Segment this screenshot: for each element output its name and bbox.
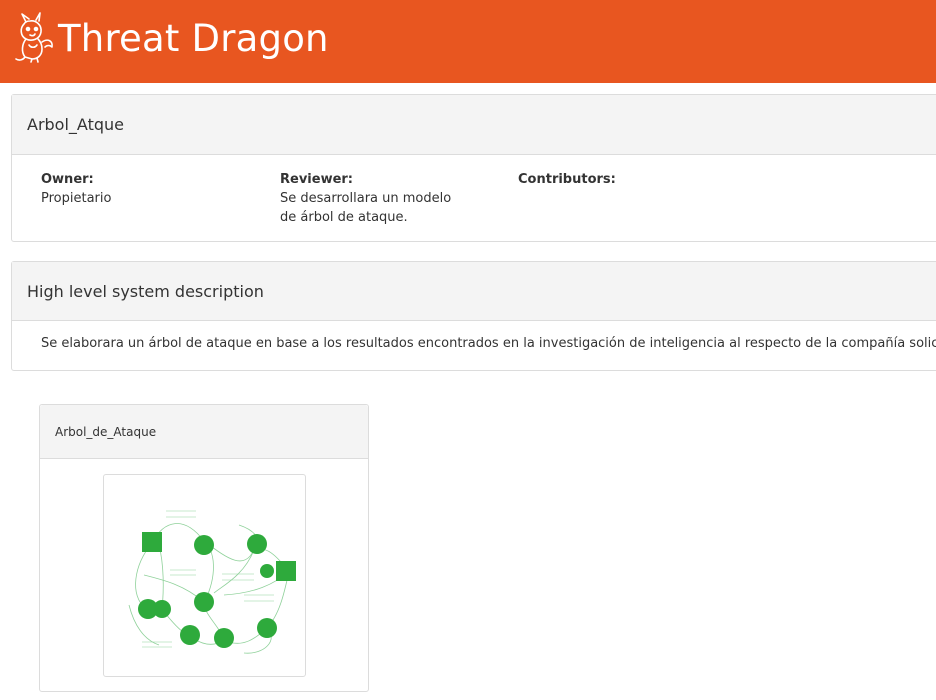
description-title: High level system description <box>27 281 264 301</box>
navbar: Threat Dragon <box>0 0 936 83</box>
description-panel: High level system description Se elabora… <box>11 261 936 371</box>
reviewer-value: Se desarrollara un modelo de árbol de at… <box>280 191 452 225</box>
diagram-heading: Arbol_de_Ataque <box>40 405 368 459</box>
dragon-logo-icon <box>15 12 53 63</box>
diagram-title[interactable]: Arbol_de_Ataque <box>55 425 156 439</box>
owner-section: Owner: Propietario <box>41 170 241 208</box>
contributors-label: Contributors: <box>518 172 616 187</box>
description-text: Se elaborara un árbol de ataque en base … <box>41 336 936 351</box>
diagram-preview-image <box>128 510 296 654</box>
owner-label: Owner: <box>41 172 94 187</box>
contributors-section: Contributors: <box>518 170 718 189</box>
owner-value: Propietario <box>41 191 112 206</box>
model-heading: Arbol_Atque <box>12 95 936 155</box>
model-summary-panel: Arbol_Atque Owner: Propietario Reviewer:… <box>11 94 936 242</box>
model-meta: Owner: Propietario Reviewer: Se desarrol… <box>12 155 936 241</box>
diagram-thumbnail[interactable] <box>103 474 306 677</box>
reviewer-label: Reviewer: <box>280 172 354 187</box>
app-title: Threat Dragon <box>58 16 329 60</box>
diagram-card[interactable]: Arbol_de_Ataque <box>39 404 369 692</box>
description-heading: High level system description <box>12 262 936 321</box>
brand-link[interactable]: Threat Dragon <box>12 8 329 68</box>
reviewer-section: Reviewer: Se desarrollara un modelo de á… <box>280 170 470 227</box>
model-title: Arbol_Atque <box>27 115 124 134</box>
